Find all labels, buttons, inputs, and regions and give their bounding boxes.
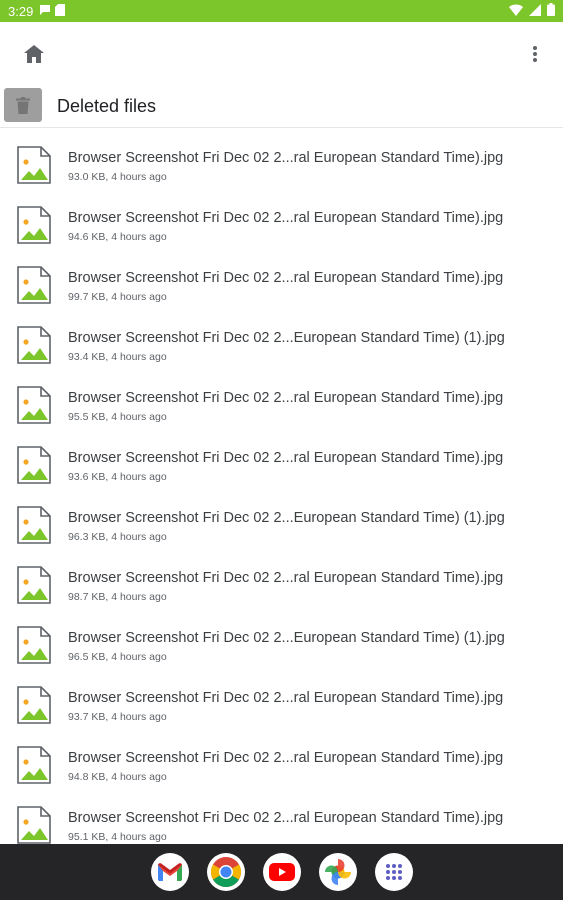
gmail-icon xyxy=(157,863,182,881)
status-bar: 3:29 xyxy=(0,0,563,22)
more-vert-icon xyxy=(533,46,537,62)
home-button[interactable] xyxy=(20,40,48,68)
youtube-icon xyxy=(268,863,295,881)
gmail-app[interactable] xyxy=(150,853,189,891)
image-file-icon xyxy=(17,386,51,424)
signal-icon xyxy=(529,3,541,19)
image-file-icon xyxy=(17,146,51,184)
image-file-icon xyxy=(17,206,51,244)
file-meta: 96.3 KB, 4 hours ago xyxy=(68,531,167,543)
file-row[interactable]: Browser Screenshot Fri Dec 02 2...ral Eu… xyxy=(0,728,563,788)
youtube-app[interactable] xyxy=(262,853,301,891)
image-file-icon xyxy=(17,806,51,844)
file-meta: 96.5 KB, 4 hours ago xyxy=(68,651,167,663)
file-name: Browser Screenshot Fri Dec 02 2...ral Eu… xyxy=(68,270,504,286)
title-row: Deleted files xyxy=(0,84,563,128)
file-name: Browser Screenshot Fri Dec 02 2...ral Eu… xyxy=(68,390,504,406)
file-name: Browser Screenshot Fri Dec 02 2...Europe… xyxy=(68,330,505,346)
image-file-icon xyxy=(17,626,51,664)
file-name: Browser Screenshot Fri Dec 02 2...ral Eu… xyxy=(68,570,504,586)
file-row[interactable]: Browser Screenshot Fri Dec 02 2...ral Eu… xyxy=(0,248,563,308)
file-row[interactable]: Browser Screenshot Fri Dec 02 2...Europe… xyxy=(0,488,563,548)
image-file-icon xyxy=(17,746,51,784)
wifi-icon xyxy=(509,3,523,19)
chrome-app[interactable] xyxy=(206,853,245,891)
image-file-icon xyxy=(17,506,51,544)
file-meta: 93.0 KB, 4 hours ago xyxy=(68,171,167,183)
more-options-button[interactable] xyxy=(523,40,547,68)
file-meta: 95.1 KB, 4 hours ago xyxy=(68,831,167,843)
file-name: Browser Screenshot Fri Dec 02 2...Europe… xyxy=(68,510,505,526)
trash-icon xyxy=(16,96,30,114)
file-name: Browser Screenshot Fri Dec 02 2...ral Eu… xyxy=(68,450,504,466)
sd-card-icon xyxy=(55,3,66,19)
file-meta: 98.7 KB, 4 hours ago xyxy=(68,591,167,603)
page-title: Deleted files xyxy=(57,96,157,116)
image-file-icon xyxy=(17,686,51,724)
file-row[interactable]: Browser Screenshot Fri Dec 02 2...Europe… xyxy=(0,608,563,668)
file-meta: 93.7 KB, 4 hours ago xyxy=(68,711,167,723)
battery-icon xyxy=(547,3,555,19)
file-meta: 94.8 KB, 4 hours ago xyxy=(68,771,167,783)
navigation-dock xyxy=(0,844,563,900)
file-row[interactable]: Browser Screenshot Fri Dec 02 2...ral Eu… xyxy=(0,788,563,844)
file-name: Browser Screenshot Fri Dec 02 2...ral Eu… xyxy=(68,210,504,226)
file-row[interactable]: Browser Screenshot Fri Dec 02 2...ral Eu… xyxy=(0,128,563,188)
chrome-icon xyxy=(210,857,241,887)
google-photos-icon xyxy=(324,859,351,885)
file-row[interactable]: Browser Screenshot Fri Dec 02 2...ral Eu… xyxy=(0,668,563,728)
google-photos-app[interactable] xyxy=(318,853,357,891)
file-name: Browser Screenshot Fri Dec 02 2...ral Eu… xyxy=(68,690,504,706)
file-row[interactable]: Browser Screenshot Fri Dec 02 2...ral Eu… xyxy=(0,548,563,608)
file-row[interactable]: Browser Screenshot Fri Dec 02 2...Europe… xyxy=(0,308,563,368)
file-meta: 93.4 KB, 4 hours ago xyxy=(68,351,167,363)
image-file-icon xyxy=(17,566,51,604)
file-meta: 94.6 KB, 4 hours ago xyxy=(68,231,167,243)
file-row[interactable]: Browser Screenshot Fri Dec 02 2...ral Eu… xyxy=(0,428,563,488)
file-name: Browser Screenshot Fri Dec 02 2...ral Eu… xyxy=(68,810,504,826)
home-icon xyxy=(24,45,44,63)
file-row[interactable]: Browser Screenshot Fri Dec 02 2...ral Eu… xyxy=(0,368,563,428)
file-name: Browser Screenshot Fri Dec 02 2...ral Eu… xyxy=(68,150,504,166)
file-name: Browser Screenshot Fri Dec 02 2...Europe… xyxy=(68,630,505,646)
file-meta: 99.7 KB, 4 hours ago xyxy=(68,291,167,303)
file-meta: 93.6 KB, 4 hours ago xyxy=(68,471,167,483)
status-time: 3:29 xyxy=(8,3,34,19)
app-drawer-button[interactable] xyxy=(374,853,413,891)
image-file-icon xyxy=(17,266,51,304)
image-file-icon xyxy=(17,326,51,364)
file-name: Browser Screenshot Fri Dec 02 2...ral Eu… xyxy=(68,750,504,766)
file-list: Browser Screenshot Fri Dec 02 2...ral Eu… xyxy=(0,128,563,844)
app-drawer-icon xyxy=(385,864,402,880)
toolbar xyxy=(0,22,563,84)
file-meta: 95.5 KB, 4 hours ago xyxy=(68,411,167,423)
file-row[interactable]: Browser Screenshot Fri Dec 02 2...ral Eu… xyxy=(0,188,563,248)
chat-notification-icon xyxy=(39,4,51,19)
trash-button[interactable] xyxy=(4,88,42,122)
image-file-icon xyxy=(17,446,51,484)
